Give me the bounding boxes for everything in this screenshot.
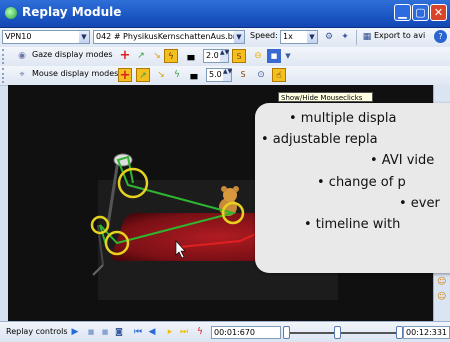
maximize-button[interactable]: ▢ bbox=[412, 4, 429, 21]
close-button[interactable]: ✕ bbox=[430, 4, 447, 21]
gaze-toolbar: ◉ Gaze display modes + ↗ ↘ ϟ ▄ 2.0 ▲▼ S … bbox=[0, 47, 450, 67]
feature-line: • change of p bbox=[317, 175, 406, 190]
timeline-end-handle[interactable] bbox=[396, 326, 403, 339]
mouse-icon: ⌖ bbox=[19, 70, 25, 80]
crosshair-icon[interactable]: + bbox=[118, 68, 132, 83]
toolbar-grip bbox=[2, 68, 7, 83]
current-time-field[interactable]: 00:01:670 bbox=[211, 326, 281, 339]
total-time: 00:12:331 bbox=[406, 328, 448, 337]
last-frame-icon[interactable]: ⏭ bbox=[177, 325, 191, 339]
square-icon[interactable]: ▄ bbox=[187, 68, 201, 82]
export-avi-button[interactable]: Export to avi bbox=[374, 31, 425, 40]
smiley-icon: ☺ bbox=[437, 277, 447, 287]
help-icon[interactable]: ? bbox=[434, 30, 447, 43]
path-icon[interactable]: ↗ bbox=[134, 49, 148, 63]
fade-icon[interactable]: ↘ bbox=[150, 49, 164, 63]
path-icon[interactable]: ↗ bbox=[136, 68, 150, 82]
mouse-cursor-icon bbox=[175, 240, 186, 259]
chevron-down-icon: ▼ bbox=[307, 31, 317, 43]
loop-icon[interactable]: ϟ bbox=[193, 325, 207, 339]
color-icon[interactable]: ■ bbox=[267, 49, 281, 63]
stimulus-select[interactable]: 042 # PhysikusKernschattenAus.bmp ▼ bbox=[93, 30, 245, 44]
mouseclicks-tooltip: Show/Hide Mouseclicks bbox=[278, 92, 373, 102]
feature-overlay: • multiple displa • adjustable repla • A… bbox=[255, 103, 450, 273]
replay-module-window: Replay Module ▁ ▢ ✕ VPN10 ▼ 042 # Physik… bbox=[0, 0, 450, 342]
replay-controls-label: Replay controls bbox=[6, 327, 68, 336]
chevron-down-icon: ▼ bbox=[234, 31, 244, 43]
heatmap-icon[interactable]: S bbox=[236, 68, 250, 82]
timeline-track[interactable] bbox=[289, 332, 397, 334]
chevron-down-icon: ▼ bbox=[79, 31, 89, 43]
previous-frame-icon[interactable]: ◀ bbox=[145, 325, 159, 339]
feature-line: • AVI vide bbox=[370, 153, 435, 168]
mouse-path bbox=[179, 232, 259, 248]
chevron-down-icon[interactable]: ▼ bbox=[281, 49, 295, 63]
gaze-modes-label: Gaze display modes bbox=[32, 50, 113, 59]
toolbar-separator bbox=[356, 30, 357, 45]
stimulus-value: 042 # PhysikusKernschattenAus.bmp bbox=[96, 32, 245, 41]
pause-icon[interactable]: ■ bbox=[84, 325, 98, 339]
mouse-size-value: 5.0 bbox=[209, 70, 222, 79]
record-icon[interactable]: ◙ bbox=[112, 325, 126, 339]
timeline-start-handle[interactable] bbox=[283, 326, 290, 339]
subject-select[interactable]: VPN10 ▼ bbox=[2, 30, 90, 44]
options-icon[interactable]: ⚙ bbox=[322, 30, 336, 44]
click-icon[interactable]: ⊙ bbox=[254, 68, 268, 82]
current-time: 00:01:670 bbox=[214, 328, 256, 337]
lightning-icon[interactable]: ϟ bbox=[164, 49, 178, 63]
smiley-icon: ☺ bbox=[437, 292, 447, 302]
timeline-playhead[interactable] bbox=[334, 326, 341, 339]
total-time-field[interactable]: 00:12:331 bbox=[403, 326, 450, 339]
toolbar-grip bbox=[2, 49, 7, 64]
mouse-modes-label: Mouse display modes bbox=[32, 69, 119, 78]
circle-icon[interactable]: ⊖ bbox=[251, 49, 265, 63]
mouse-toolbar: ⌖ Mouse display modes + ↗ ↘ ϟ ▄ 5.0 ▲▼ S… bbox=[0, 66, 450, 86]
app-icon bbox=[5, 7, 17, 19]
spinner-arrows-icon: ▲▼ bbox=[220, 50, 229, 62]
subject-value: VPN10 bbox=[5, 32, 32, 41]
gaze-size-spinner[interactable]: 2.0 ▲▼ bbox=[203, 49, 229, 63]
feature-line: • ever bbox=[399, 196, 440, 211]
lightning-icon[interactable]: ϟ bbox=[170, 68, 184, 82]
title-bar: Replay Module ▁ ▢ ✕ bbox=[0, 0, 450, 28]
minimize-button[interactable]: ▁ bbox=[394, 4, 411, 21]
stop-icon[interactable]: ■ bbox=[98, 325, 112, 339]
heatmap-icon[interactable]: S bbox=[232, 49, 246, 63]
feature-line: • timeline with bbox=[304, 217, 401, 232]
feature-line: • adjustable repla bbox=[261, 132, 378, 147]
mouse-size-spinner[interactable]: 5.0 ▲▼ bbox=[206, 68, 232, 82]
crosshair-icon[interactable]: + bbox=[118, 49, 132, 63]
spinner-arrows-icon: ▲▼ bbox=[223, 69, 232, 81]
eye-icon: ◉ bbox=[18, 51, 26, 61]
filter-icon[interactable]: ✦ bbox=[338, 30, 352, 44]
first-frame-icon[interactable]: ⏮ bbox=[131, 325, 145, 339]
feature-line: • multiple displa bbox=[289, 111, 397, 126]
play-icon[interactable]: ▶ bbox=[68, 325, 82, 339]
square-icon[interactable]: ▄ bbox=[184, 49, 198, 63]
window-title: Replay Module bbox=[22, 5, 122, 19]
next-frame-icon[interactable]: ▸ bbox=[163, 325, 177, 339]
speed-value: 1x bbox=[283, 32, 293, 41]
film-icon: ▦ bbox=[362, 32, 372, 42]
speed-select[interactable]: 1x ▼ bbox=[280, 30, 318, 44]
gaze-size-value: 2.0 bbox=[206, 51, 219, 60]
fade-icon[interactable]: ↘ bbox=[154, 68, 168, 82]
show-mouseclicks-icon[interactable]: ☝ bbox=[272, 68, 286, 82]
replay-controls-bar: Replay controls ▶ ■ ■ ◙ ⏮ ◀ ▸ ⏭ ϟ 00:01:… bbox=[0, 321, 450, 342]
selection-toolbar: VPN10 ▼ 042 # PhysikusKernschattenAus.bm… bbox=[0, 28, 450, 48]
speed-label: Speed: bbox=[250, 31, 278, 40]
